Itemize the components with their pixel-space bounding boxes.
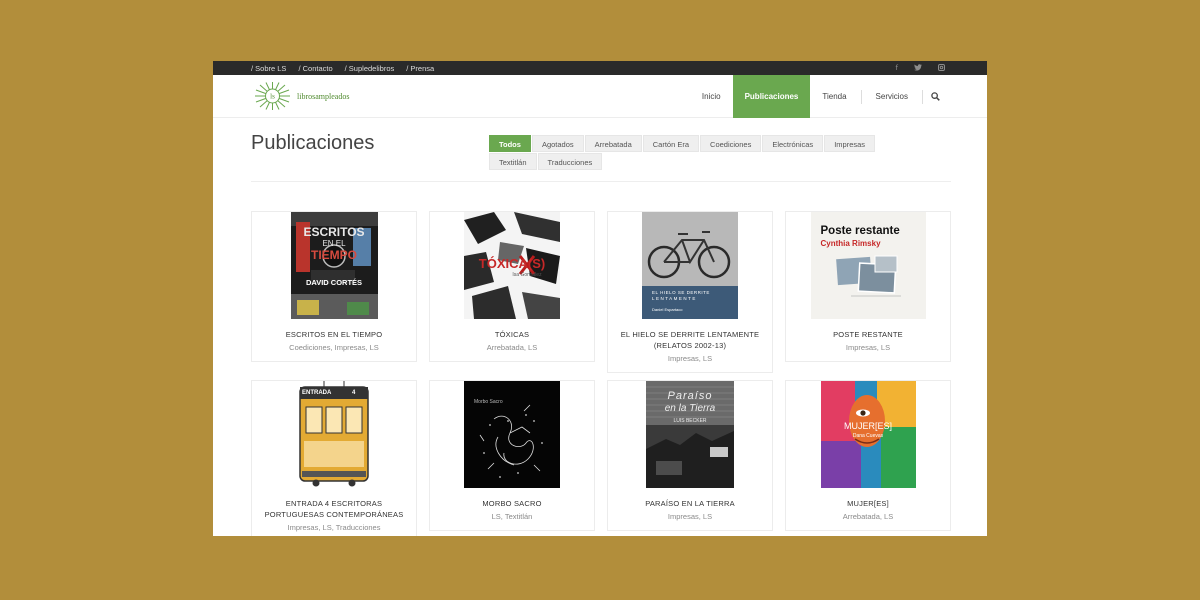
filter-agotados[interactable]: Agotados (531, 135, 584, 152)
book-title[interactable]: PARAÍSO EN LA TIERRA (608, 498, 772, 509)
top-link-contacto[interactable]: / Contacto (298, 64, 332, 73)
book-card[interactable]: Paraíso en la Tierra LUIS BECKER PARAÍSO… (607, 380, 773, 531)
facebook-icon[interactable]: f (896, 64, 898, 72)
nav-inicio[interactable]: Inicio (690, 75, 733, 118)
browser-page: / Sobre LS / Contacto / Supledelibros / … (213, 61, 987, 536)
twitter-icon[interactable] (914, 63, 922, 73)
cover-title-line: EN EL (322, 239, 346, 248)
cover-title: Poste restante (820, 225, 900, 237)
cover-title: MUJER[ES] (843, 421, 892, 431)
book-categories: Arrebatada, LS (486, 343, 538, 352)
book-categories: Impresas, LS (667, 512, 713, 521)
filter-carton-era[interactable]: Cartón Era (642, 135, 700, 152)
book-cover-link[interactable]: TÓXICA(S) Isa Gonzalez (430, 212, 594, 319)
book-cover-link[interactable]: Morbo Sacro (430, 381, 594, 488)
book-card[interactable]: Poste restante Cynthia Rimsky POSTE REST… (785, 211, 951, 362)
book-title[interactable]: ESCRITOS EN EL TIEMPO (252, 329, 416, 340)
cover-title-line: TIEMPO (310, 248, 357, 262)
filter-impresas[interactable]: Impresas (824, 135, 876, 152)
search-icon (930, 92, 940, 101)
nav-divider (860, 89, 862, 104)
book-cover: Poste restante Cynthia Rimsky (810, 212, 926, 319)
search-button[interactable] (925, 75, 945, 118)
site-header: ls librosampleados Inicio Publicaciones … (213, 75, 987, 118)
section-divider (251, 181, 951, 182)
main-nav: Inicio Publicaciones Tienda Servicios (690, 75, 945, 118)
book-card[interactable]: MUJER[ES] Dana Cuevas MUJER[ES] Arrebata… (785, 380, 951, 531)
social-links: f (896, 61, 945, 75)
book-categories: Impresas, LS, Traducciones (287, 523, 381, 532)
book-cover-link[interactable]: ENTRADA 4 (252, 381, 416, 488)
book-cover-link[interactable]: ESCRITOS EN EL TIEMPO DAVID CORTÉS (252, 212, 416, 319)
cover-author: Dana Cuevas (852, 433, 884, 439)
filter-traducciones[interactable]: Traducciones (537, 153, 603, 170)
book-cover-link[interactable]: EL HIELO SE DERRITE LENTAMENTE Daniel Es… (608, 212, 772, 319)
book-card[interactable]: Morbo Sacro MORBO SACRO LS, Textitlán (429, 380, 595, 531)
instagram-icon[interactable] (938, 63, 945, 73)
cover-author: DAVID CORTÉS (305, 278, 363, 287)
cover-author: Isa Gonzalez (512, 272, 542, 278)
book-cover: EL HIELO SE DERRITE LENTAMENTE Daniel Es… (642, 212, 738, 319)
book-cover: Morbo Sacro (464, 381, 560, 488)
book-cover: ENTRADA 4 (286, 381, 382, 488)
book-title[interactable]: EL HIELO SE DERRITE LENTAMENTE (RELATOS … (608, 329, 772, 351)
book-cover-link[interactable]: MUJER[ES] Dana Cuevas (786, 381, 950, 488)
book-categories: Coediciones, Impresas, LS (289, 343, 379, 352)
filter-textitlan[interactable]: Textitlán (489, 153, 537, 170)
book-cover: ESCRITOS EN EL TIEMPO DAVID CORTÉS (290, 212, 378, 319)
cover-number: 4 (352, 390, 356, 396)
nav-tienda[interactable]: Tienda (810, 75, 858, 118)
cover-title: TÓXICA(S) (478, 256, 546, 271)
book-cover-link[interactable]: Paraíso en la Tierra LUIS BECKER (608, 381, 772, 488)
book-cover-link[interactable]: Poste restante Cynthia Rimsky (786, 212, 950, 319)
book-card[interactable]: TÓXICA(S) Isa Gonzalez TÓXICAS Arrebatad… (429, 211, 595, 362)
book-title[interactable]: POSTE RESTANTE (786, 329, 950, 340)
cover-title-line: EL HIELO SE DERRITE (652, 290, 710, 295)
top-link-sobre-ls[interactable]: / Sobre LS (251, 64, 286, 73)
top-bar: / Sobre LS / Contacto / Supledelibros / … (213, 61, 987, 75)
book-categories: Impresas, LS (845, 343, 891, 352)
category-filters: Todos Agotados Arrebatada Cartón Era Coe… (489, 135, 909, 170)
filter-electronicas[interactable]: Electrónicas (762, 135, 824, 152)
page-title: Publicaciones (251, 132, 375, 154)
book-categories: Arrebatada, LS (842, 512, 894, 521)
book-categories: LS, Textitlán (491, 512, 533, 521)
cover-title-line: en la Tierra (664, 403, 716, 414)
book-title[interactable]: ENTRADA 4 ESCRITORAS PORTUGUESAS CONTEMP… (252, 498, 416, 520)
filter-coediciones[interactable]: Coediciones (700, 135, 762, 152)
site-logo[interactable]: ls librosampleados (251, 81, 349, 111)
book-title[interactable]: MORBO SACRO (430, 498, 594, 509)
cover-title-line: Paraíso (667, 390, 713, 402)
logo-emblem-icon: ls (255, 82, 290, 110)
cover-title-line: LENTAMENTE (652, 296, 697, 301)
nav-divider (922, 89, 923, 104)
book-title[interactable]: TÓXICAS (430, 329, 594, 340)
top-link-supledelibros[interactable]: / Supledelibros (345, 64, 395, 73)
book-cover: Paraíso en la Tierra LUIS BECKER (646, 381, 734, 488)
cover-title: Morbo Sacro (474, 399, 503, 405)
filter-arrebatada[interactable]: Arrebatada (584, 135, 642, 152)
filter-todos[interactable]: Todos (489, 135, 531, 152)
nav-servicios[interactable]: Servicios (864, 75, 920, 118)
book-card[interactable]: ESCRITOS EN EL TIEMPO DAVID CORTÉS ESCRI… (251, 211, 417, 362)
book-card[interactable]: EL HIELO SE DERRITE LENTAMENTE Daniel Es… (607, 211, 773, 373)
book-cover: TÓXICA(S) Isa Gonzalez (464, 212, 560, 319)
brand-name: librosampleados (297, 91, 350, 101)
cover-author: LUIS BECKER (673, 418, 707, 424)
book-cover: MUJER[ES] Dana Cuevas (820, 381, 916, 488)
logo-mark: ls (270, 93, 275, 101)
book-title[interactable]: MUJER[ES] (786, 498, 950, 509)
nav-publicaciones[interactable]: Publicaciones (732, 75, 811, 118)
book-card[interactable]: ENTRADA 4 ENTRADA 4 ESCRITORAS PORTUGUES… (251, 380, 417, 536)
cover-title-line: ESCRITOS (303, 225, 365, 239)
cover-author: Daniel Espartaco (652, 307, 683, 312)
cover-author: Cynthia Rimsky (820, 239, 881, 248)
book-categories: Impresas, LS (667, 354, 713, 363)
top-link-prensa[interactable]: / Prensa (406, 64, 434, 73)
